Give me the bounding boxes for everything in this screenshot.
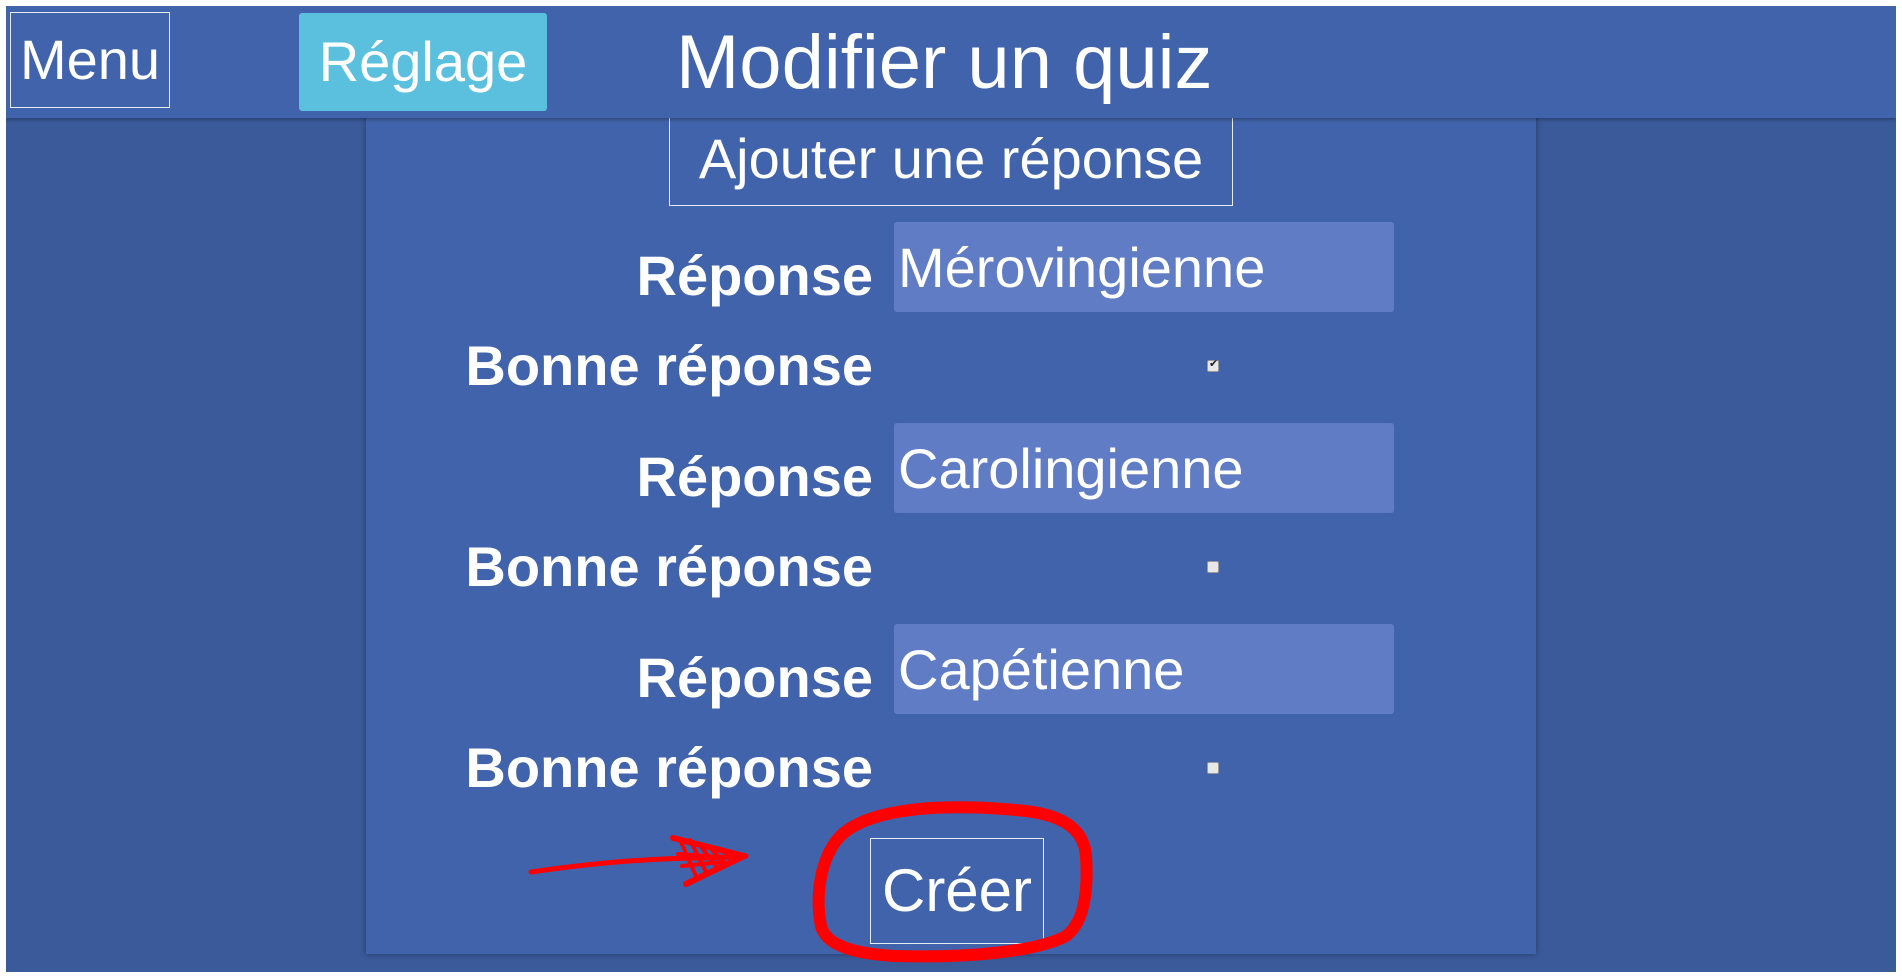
menu-button[interactable]: Menu (10, 12, 170, 108)
correct-checkbox-1[interactable]: ✔ (1207, 358, 1219, 372)
answer-input-1[interactable] (894, 222, 1394, 312)
correct-answer-label: Bonne réponse (465, 736, 873, 799)
settings-button[interactable]: Réglage (299, 13, 547, 111)
correct-answer-label: Bonne réponse (465, 535, 873, 598)
add-answer-button[interactable]: Ajouter une réponse (669, 116, 1233, 206)
answer-input-2[interactable] (894, 423, 1394, 513)
answer-input-3[interactable] (894, 624, 1394, 714)
quiz-edit-form: Ajouter une réponse Réponse Bonne répons… (366, 106, 1536, 954)
page-title: Modifier un quiz (676, 20, 1213, 105)
create-button[interactable]: Créer (870, 838, 1044, 944)
top-bar: Menu Réglage Modifier un quiz (6, 6, 1896, 118)
checkmark-icon: ✔ (1209, 358, 1219, 370)
correct-checkbox-2[interactable] (1207, 561, 1219, 573)
answer-label: Réponse (636, 646, 874, 709)
answer-label: Réponse (636, 445, 874, 508)
correct-answer-label: Bonne réponse (465, 334, 873, 397)
answer-label: Réponse (636, 244, 874, 307)
app-frame: Menu Réglage Modifier un quiz Ajouter un… (6, 6, 1896, 972)
correct-checkbox-3[interactable] (1207, 762, 1219, 774)
